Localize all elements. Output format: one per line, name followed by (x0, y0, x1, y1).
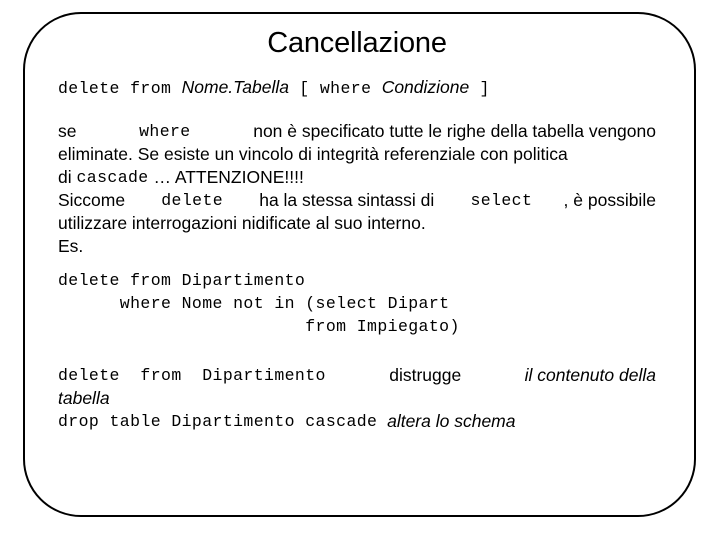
slide-content: Cancellazione delete from Nome.Tabella [… (58, 26, 656, 433)
closing-l1-text: distrugge (389, 365, 462, 385)
p1-l3-text-b: … ATTENZIONE!!!! (148, 167, 304, 187)
closing-l1-italic: il contenuto della (524, 365, 656, 385)
paragraph2-line3: Es. (58, 235, 656, 258)
syntax-placeholder-condition: Condizione (381, 77, 470, 97)
p2-l1-text-c: , è possibile (563, 190, 656, 210)
closing-l3-italic: altera lo schema (387, 411, 516, 431)
paragraph1-line1: se where non è specificato tutte le righ… (58, 120, 656, 143)
closing-l2-italic: tabella (58, 388, 110, 408)
closing-line2: tabella (58, 387, 656, 410)
spacer-after-syntax (58, 103, 656, 120)
p1-l1-text-b: non è specificato tutte le righe della t… (248, 121, 656, 141)
p2-l2-text: utilizzare interrogazioni nidificate al … (58, 213, 426, 233)
syntax-placeholder-table: Nome.Tabella (181, 77, 289, 97)
syntax-bracket-close: ] (469, 79, 490, 98)
p1-l3-keyword-cascade: cascade (76, 168, 149, 187)
closing-l1-keyword: delete from Dipartimento (58, 366, 326, 385)
page-title: Cancellazione (267, 27, 447, 59)
p2-l1-keyword-select: select (470, 191, 533, 210)
p1-l1-text-a: se (58, 121, 82, 141)
code-example-line-1: delete from Dipartimento (58, 271, 306, 290)
paragraph2-line2: utilizzare interrogazioni nidificate al … (58, 212, 656, 235)
p1-l3-text-a: di (58, 167, 77, 187)
syntax-statement: delete from Nome.Tabella [ where Condizi… (58, 73, 656, 103)
p2-l1-keyword-delete: delete (161, 191, 224, 210)
slide-canvas: Cancellazione delete from Nome.Tabella [… (0, 0, 720, 540)
closing-line1: delete from Dipartimento distrugge il cont… (58, 364, 656, 387)
paragraph2-line1: Siccome delete ha la stessa sintassi di … (58, 189, 656, 212)
p1-l1-keyword-where: where (139, 122, 191, 141)
p2-l3-text: Es. (58, 236, 84, 256)
p2-l1-text-a: Siccome (58, 190, 130, 210)
code-example-line-3: from Impiegato) (58, 317, 460, 336)
syntax-keyword-where: [ where (288, 79, 382, 98)
closing-l3-spacer (377, 410, 387, 433)
code-example-line-2: where Nome not in (select Dipart (58, 294, 450, 313)
syntax-keyword-delete-from: delete from (58, 79, 182, 98)
paragraph1-line2: eliminate. Se esiste un vincolo di integ… (58, 143, 656, 166)
closing-line3: drop table Dipartimento cascade altera l… (58, 410, 656, 433)
spacer-before-code (58, 258, 656, 269)
p2-l1-text-b: ha la stessa sintassi di (254, 190, 440, 210)
paragraph1-line3: di cascade … ATTENZIONE!!!! (58, 166, 656, 189)
p1-l2-text: eliminate. Se esiste un vincolo di integ… (58, 144, 568, 164)
closing-l3-keyword: drop table Dipartimento cascade (58, 412, 378, 431)
spacer-before-closing (58, 338, 656, 364)
